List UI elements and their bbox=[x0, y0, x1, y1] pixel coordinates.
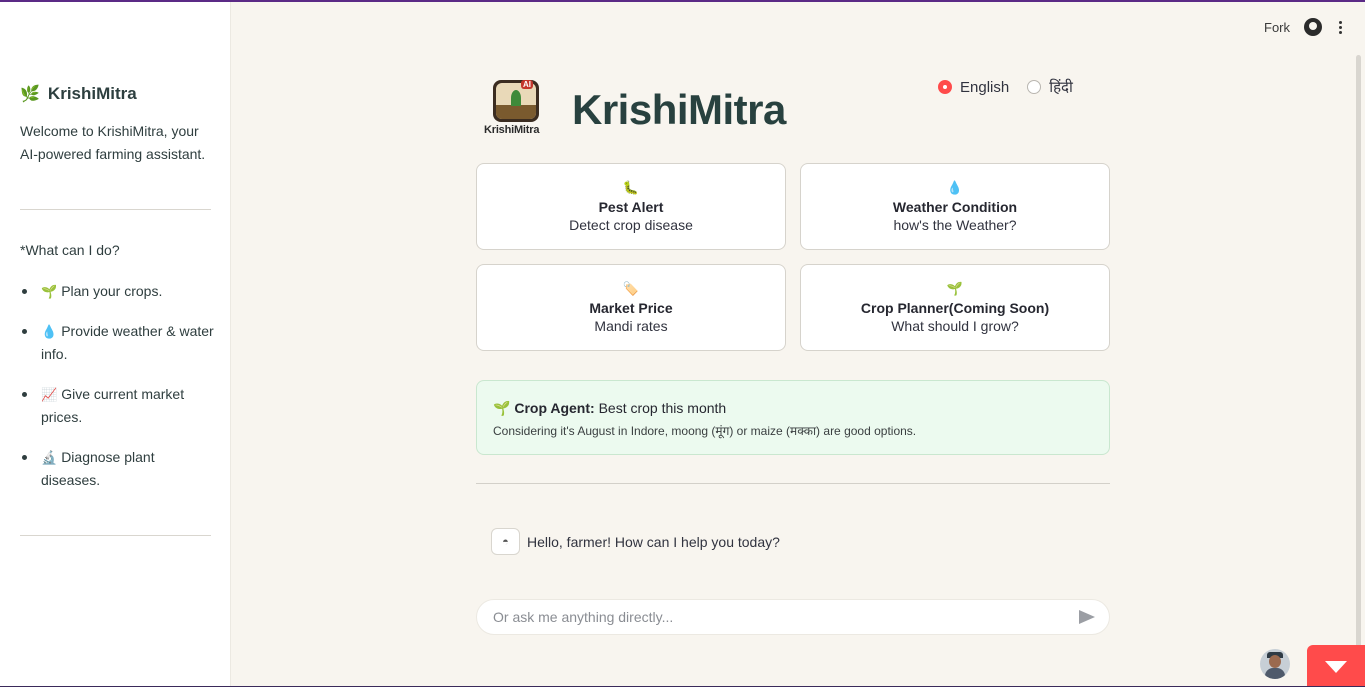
radio-hindi[interactable]: हिंदी bbox=[1027, 77, 1073, 97]
list-item: 📈 Give current market prices. bbox=[20, 383, 215, 429]
crop-agent-body: Considering it's August in Indore, moong… bbox=[493, 424, 917, 438]
crop-agent-heading: 🌱 Crop Agent: Best crop this month bbox=[493, 400, 726, 417]
bug-icon: 🐛 bbox=[622, 180, 640, 195]
sidebar-welcome-text: Welcome to KrishiMitra, your AI-powered … bbox=[20, 123, 206, 162]
seedling-icon: 🌱 bbox=[493, 400, 511, 416]
language-radio-group: English हिंदी bbox=[938, 77, 1073, 97]
sidebar-title: 🌿 KrishiMitra bbox=[20, 84, 137, 104]
radio-unselected-icon[interactable] bbox=[1027, 80, 1042, 94]
pest-alert-card[interactable]: 🐛 Pest Alert Detect crop disease bbox=[476, 163, 786, 250]
crop-agent-box: 🌱 Crop Agent: Best crop this month Consi… bbox=[476, 380, 1110, 455]
sidebar-what-heading: *What can I do? bbox=[20, 242, 120, 258]
radio-english[interactable]: English bbox=[938, 79, 1009, 96]
crop-agent-label: Crop Agent: bbox=[514, 400, 595, 416]
top-toolbar: Fork bbox=[1264, 18, 1345, 36]
crop-planner-card[interactable]: 🌱 Crop Planner(Coming Soon) What should … bbox=[800, 264, 1110, 351]
sidebar-capability-list: 🌱 Plan your crops. 💧 Provide weather & wat… bbox=[20, 280, 215, 509]
sidebar: 🌿 KrishiMitra Welcome to KrishiMitra, yo… bbox=[0, 2, 231, 686]
sidebar-title-text: KrishiMitra bbox=[47, 84, 137, 103]
robot-icon: ◓ bbox=[491, 528, 520, 555]
sidebar-divider bbox=[20, 209, 211, 210]
list-item: 💧 Provide weather & water info. bbox=[20, 320, 215, 366]
logo-ai-badge: AI bbox=[521, 80, 533, 89]
kebab-menu-icon[interactable] bbox=[1336, 20, 1345, 34]
radio-selected-icon[interactable] bbox=[938, 80, 952, 94]
logo-wordmark: KrishiMitra bbox=[484, 124, 540, 136]
chart-up-icon: 📈 bbox=[41, 387, 58, 402]
leaf-icon: 🌿 bbox=[20, 86, 40, 103]
content-divider bbox=[476, 483, 1110, 484]
list-item-text: Diagnose plant diseases. bbox=[41, 449, 155, 488]
card-subtitle: Mandi rates bbox=[594, 318, 668, 334]
send-icon[interactable] bbox=[1079, 610, 1095, 624]
price-tag-icon: 🏷️ bbox=[622, 281, 640, 296]
seedling-icon: 🌱 bbox=[41, 284, 58, 299]
chat-input-bar bbox=[476, 599, 1110, 635]
crown-icon bbox=[1325, 659, 1347, 673]
chat-message: Hello, farmer! How can I help you today? bbox=[527, 534, 780, 550]
card-title: Market Price bbox=[589, 300, 673, 316]
droplet-icon: 💧 bbox=[41, 324, 58, 339]
streamlit-crown-button[interactable] bbox=[1307, 645, 1365, 687]
list-item-text: Give current market prices. bbox=[41, 386, 185, 425]
microscope-icon: 🔬 bbox=[41, 450, 58, 465]
page-title: KrishiMitra bbox=[572, 86, 786, 133]
card-subtitle: how's the Weather? bbox=[893, 217, 1017, 233]
market-price-card[interactable]: 🏷️ Market Price Mandi rates bbox=[476, 264, 786, 351]
avatar[interactable] bbox=[1260, 649, 1290, 679]
list-item: 🔬 Diagnose plant diseases. bbox=[20, 446, 215, 492]
list-item-text: Provide weather & water info. bbox=[41, 323, 214, 362]
list-item-text: Plan your crops. bbox=[61, 283, 163, 299]
card-title: Weather Condition bbox=[892, 199, 1018, 215]
weather-condition-card[interactable]: 💧 Weather Condition how's the Weather? bbox=[800, 163, 1110, 250]
card-title: Pest Alert bbox=[598, 199, 664, 215]
github-icon[interactable] bbox=[1304, 18, 1322, 36]
card-subtitle: What should I grow? bbox=[891, 318, 1019, 334]
card-subtitle: Detect crop disease bbox=[569, 217, 693, 233]
droplet-icon: 💧 bbox=[946, 180, 964, 195]
list-item: 🌱 Plan your crops. bbox=[20, 280, 215, 303]
scrollbar[interactable] bbox=[1356, 55, 1361, 655]
seedling-icon: 🌱 bbox=[946, 281, 964, 296]
fork-link[interactable]: Fork bbox=[1264, 20, 1290, 35]
sidebar-divider bbox=[20, 535, 211, 536]
radio-english-label: English bbox=[960, 78, 1010, 96]
radio-hindi-label: हिंदी bbox=[1049, 79, 1073, 96]
card-title: Crop Planner(Coming Soon) bbox=[860, 300, 1050, 316]
chat-input[interactable] bbox=[493, 609, 1079, 625]
crop-agent-headline: Best crop this month bbox=[598, 400, 727, 416]
app-logo: AI KrishiMitra bbox=[483, 78, 551, 138]
